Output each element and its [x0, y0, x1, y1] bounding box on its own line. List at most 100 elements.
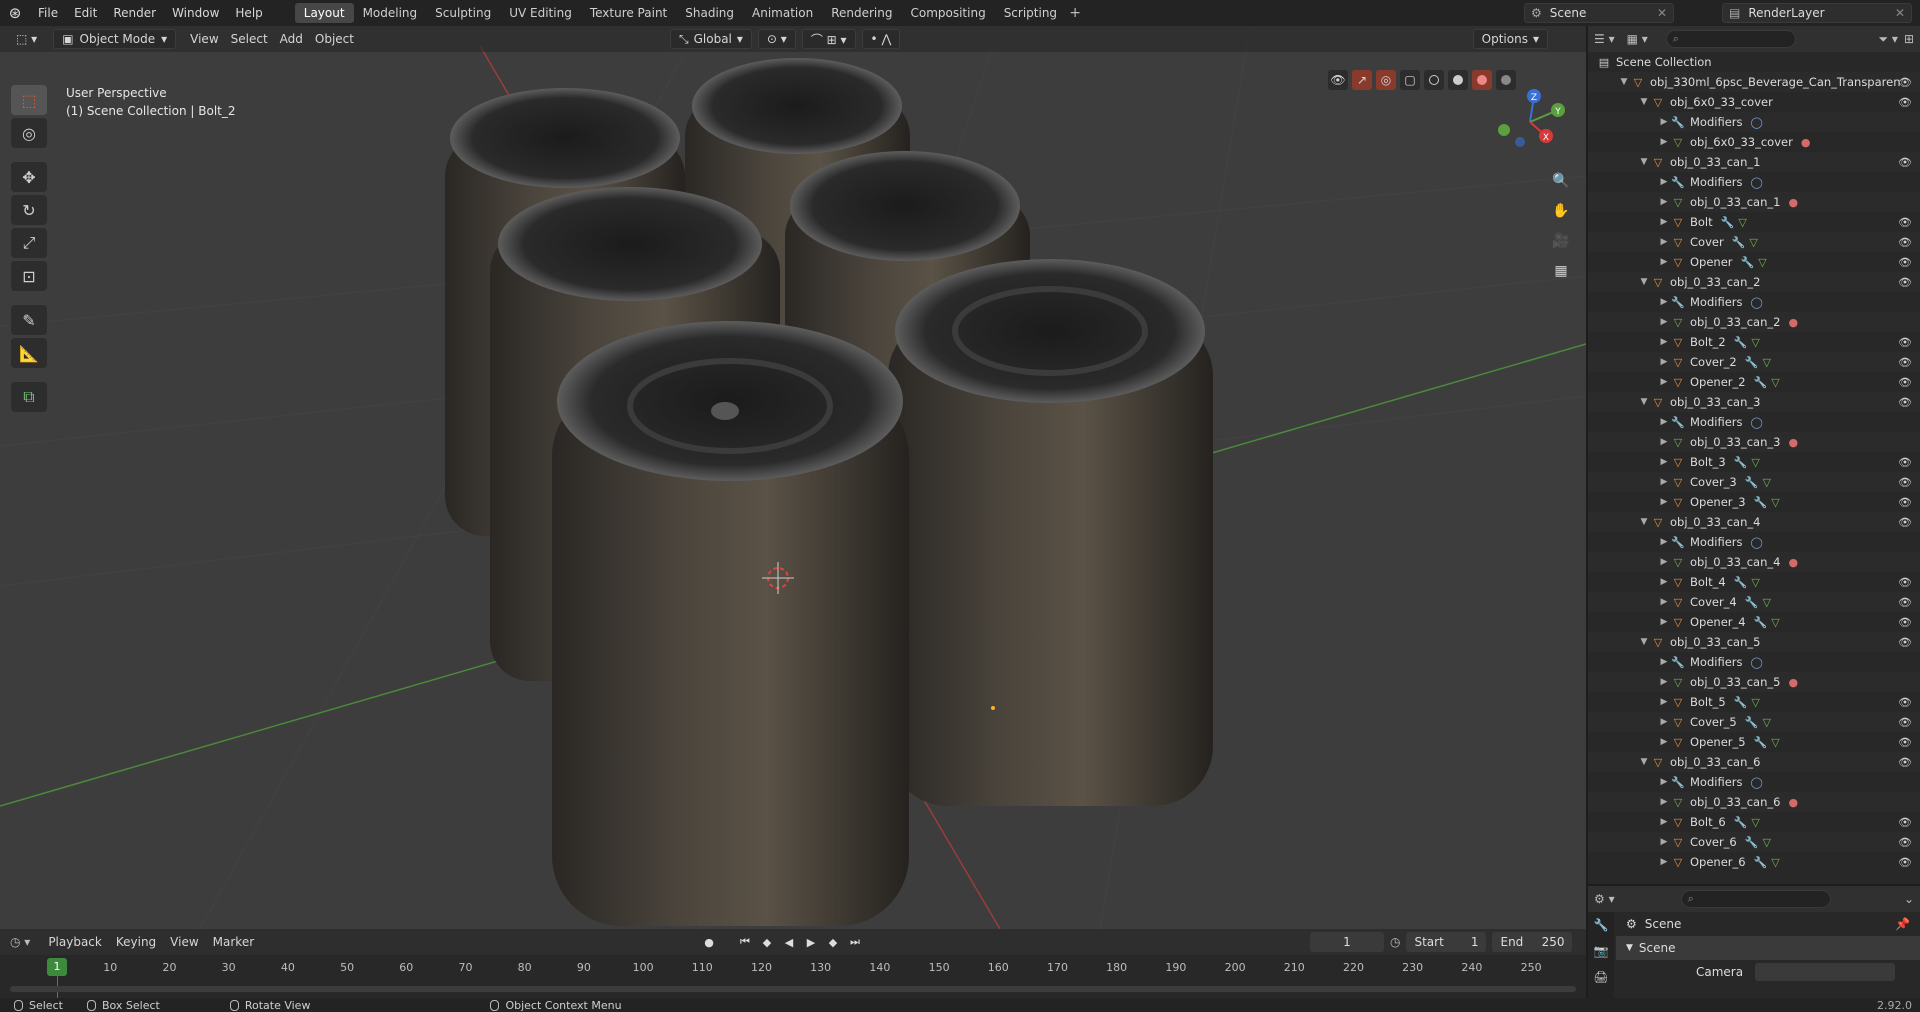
menu-render[interactable]: Render — [105, 0, 164, 26]
eye-icon[interactable]: 👁 — [1898, 836, 1912, 849]
chevron-right-icon[interactable]: ▶ — [1658, 577, 1670, 587]
chevron-down-icon[interactable]: ▼ — [1638, 157, 1650, 167]
prev-keyframe-icon[interactable]: ◆ — [758, 933, 776, 951]
eye-icon[interactable]: 👁 — [1898, 716, 1912, 729]
timeline-editor-icon[interactable]: ◷ ▾ — [10, 935, 30, 949]
eye-icon[interactable]: 👁 — [1898, 456, 1912, 469]
timeline-menu-marker[interactable]: Marker — [207, 932, 260, 952]
eye-icon[interactable]: 👁 — [1898, 516, 1912, 529]
eye-icon[interactable]: 👁 — [1898, 396, 1912, 409]
chevron-right-icon[interactable]: ▶ — [1658, 217, 1670, 227]
outliner-item[interactable]: ▶ ▽ Opener_6 🔧 ▽ 👁 — [1588, 852, 1920, 872]
timeline-menu-view[interactable]: View — [164, 932, 204, 952]
eye-icon[interactable]: 👁 — [1898, 756, 1912, 769]
menu-edit[interactable]: Edit — [66, 0, 105, 26]
overlay-toggle-icon[interactable]: ◎ — [1376, 70, 1396, 90]
eye-icon[interactable]: 👁 — [1898, 596, 1912, 609]
outliner-item[interactable]: ▼ ▽ obj_330ml_6psc_Beverage_Can_Transparen… — [1588, 72, 1920, 92]
chevron-right-icon[interactable]: ▶ — [1658, 457, 1670, 467]
rotate-tool-icon[interactable]: ↻ — [11, 195, 47, 225]
chevron-down-icon[interactable]: ▼ — [1618, 77, 1630, 87]
chevron-right-icon[interactable]: ▶ — [1658, 357, 1670, 367]
outliner-item[interactable]: ▶ ▽ obj_0_33_can_5 ● — [1588, 672, 1920, 692]
chevron-right-icon[interactable]: ▶ — [1658, 617, 1670, 627]
proportional-edit-toggle[interactable]: • ⋀ — [861, 29, 901, 49]
outliner-item[interactable]: ▼ ▽ obj_0_33_can_6 👁 — [1588, 752, 1920, 772]
viewport-menu-object[interactable]: Object — [309, 29, 360, 49]
outliner-root[interactable]: ▤ Scene Collection — [1588, 52, 1920, 72]
chevron-right-icon[interactable]: ▶ — [1658, 237, 1670, 247]
menu-help[interactable]: Help — [227, 0, 270, 26]
snap-dropdown[interactable]: ⌒ ⊞ ▾ — [801, 29, 856, 49]
timeline-scrollbar[interactable] — [10, 986, 1576, 992]
outliner-item[interactable]: ▶ ▽ Bolt 🔧 ▽ 👁 — [1588, 212, 1920, 232]
editor-type-icon[interactable]: ⬚ ▾ — [10, 29, 43, 49]
measure-tool-icon[interactable]: 📐 — [11, 338, 47, 368]
chevron-right-icon[interactable]: ▶ — [1658, 737, 1670, 747]
chevron-right-icon[interactable]: ▶ — [1658, 837, 1670, 847]
chevron-right-icon[interactable]: ▶ — [1658, 657, 1670, 667]
eye-icon[interactable]: 👁 — [1898, 156, 1912, 169]
outliner-item[interactable]: ▶ ▽ Opener 🔧 ▽ 👁 — [1588, 252, 1920, 272]
clock-icon[interactable]: ◷ — [1390, 935, 1400, 949]
display-mode-icon[interactable]: ▦ ▾ — [1627, 32, 1648, 46]
outliner-item[interactable]: ▼ ▽ obj_0_33_can_5 👁 — [1588, 632, 1920, 652]
object-mode-dropdown[interactable]: ▣ Object Mode ▾ — [53, 29, 177, 49]
properties-editor-icon[interactable]: ⚙ ▾ — [1594, 892, 1615, 906]
eye-icon[interactable]: 👁 — [1898, 276, 1912, 289]
chevron-right-icon[interactable]: ▶ — [1658, 497, 1670, 507]
tab-scripting[interactable]: Scripting — [995, 3, 1066, 23]
outliner-item[interactable]: ▶ ▽ obj_0_33_can_2 ● — [1588, 312, 1920, 332]
pivot-dropdown[interactable]: ⊙ ▾ — [757, 29, 796, 49]
chevron-right-icon[interactable]: ▶ — [1658, 377, 1670, 387]
outliner-item[interactable]: ▶ ▽ obj_0_33_can_1 ● — [1588, 192, 1920, 212]
eye-icon[interactable]: 👁 — [1898, 636, 1912, 649]
chevron-right-icon[interactable]: ▶ — [1658, 697, 1670, 707]
outliner-item[interactable]: ▼ ▽ obj_0_33_can_4 👁 — [1588, 512, 1920, 532]
eye-icon[interactable]: 👁 — [1898, 256, 1912, 269]
eye-icon[interactable]: 👁 — [1898, 696, 1912, 709]
close-icon[interactable]: ✕ — [1657, 6, 1667, 20]
outliner-item[interactable]: ▼ ▽ obj_0_33_can_3 👁 — [1588, 392, 1920, 412]
chevron-right-icon[interactable]: ▶ — [1658, 717, 1670, 727]
frame-cursor[interactable]: 1 — [47, 958, 67, 976]
jump-start-icon[interactable]: ⏮ — [736, 933, 754, 951]
chevron-down-icon[interactable]: ▼ — [1638, 397, 1650, 407]
tab-layout[interactable]: Layout — [294, 3, 354, 23]
transform-tool-icon[interactable]: ⊡ — [11, 261, 47, 291]
outliner-item[interactable]: ▶ ▽ obj_0_33_can_4 ● — [1588, 552, 1920, 572]
tab-sculpting[interactable]: Sculpting — [426, 3, 500, 23]
select-box-tool-icon[interactable]: ⬚ — [11, 85, 47, 115]
tab-animation[interactable]: Animation — [743, 3, 822, 23]
pin-icon[interactable]: 📌 — [1895, 917, 1910, 931]
chevron-right-icon[interactable]: ▶ — [1658, 297, 1670, 307]
outliner-item[interactable]: ▶ ▽ Opener_2 🔧 ▽ 👁 — [1588, 372, 1920, 392]
viewport-menu-view[interactable]: View — [184, 29, 224, 49]
wireframe-shading-icon[interactable] — [1424, 70, 1444, 90]
output-tab-icon[interactable]: 🖨 — [1588, 964, 1614, 990]
outliner-item[interactable]: ▶ 🔧 Modifiers ◯ — [1588, 532, 1920, 552]
timeline-menu-playback[interactable]: Playback — [42, 932, 108, 952]
chevron-down-icon[interactable]: ▼ — [1638, 277, 1650, 287]
tab-uv-editing[interactable]: UV Editing — [500, 3, 581, 23]
chevron-right-icon[interactable]: ▶ — [1658, 857, 1670, 867]
viewport-menu-select[interactable]: Select — [225, 29, 274, 49]
chevron-right-icon[interactable]: ▶ — [1658, 777, 1670, 787]
jump-end-icon[interactable]: ⏭ — [846, 933, 864, 951]
scale-tool-icon[interactable]: ⤢ — [11, 228, 47, 258]
outliner-item[interactable]: ▶ 🔧 Modifiers ◯ — [1588, 652, 1920, 672]
blender-logo-icon[interactable]: ⊛ — [0, 0, 30, 26]
chevron-right-icon[interactable]: ▶ — [1658, 137, 1670, 147]
timeline-menu-keying[interactable]: Keying — [110, 932, 162, 952]
add-cube-tool-icon[interactable]: ⧉ — [11, 382, 47, 412]
chevron-down-icon[interactable]: ▼ — [1638, 637, 1650, 647]
eye-icon[interactable]: 👁 — [1898, 576, 1912, 589]
solid-shading-icon[interactable] — [1448, 70, 1468, 90]
chevron-right-icon[interactable]: ▶ — [1658, 117, 1670, 127]
orientation-dropdown[interactable]: ⤡ Global ▾ — [670, 29, 752, 49]
viewport-menu-add[interactable]: Add — [274, 29, 309, 49]
chevron-right-icon[interactable]: ▶ — [1658, 797, 1670, 807]
eye-icon[interactable]: 👁 — [1898, 336, 1912, 349]
outliner-item[interactable]: ▶ ▽ Opener_4 🔧 ▽ 👁 — [1588, 612, 1920, 632]
chevron-right-icon[interactable]: ▶ — [1658, 177, 1670, 187]
